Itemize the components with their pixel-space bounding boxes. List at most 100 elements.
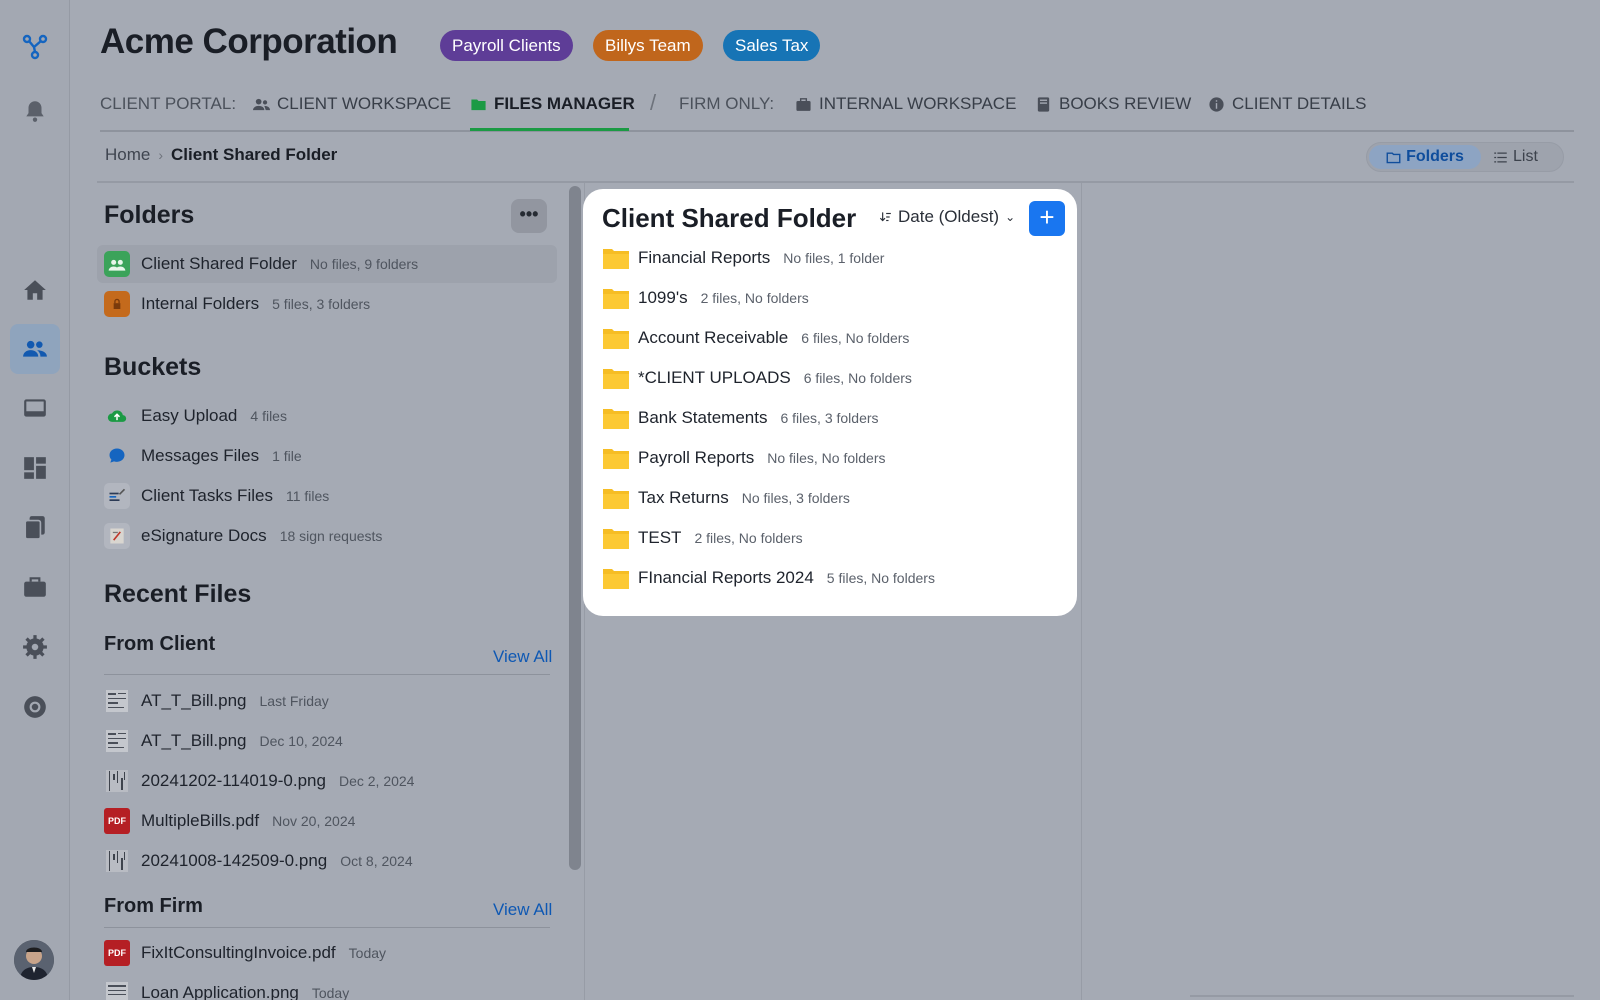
home-icon[interactable] (10, 265, 60, 315)
folders-heading: Folders (104, 201, 195, 229)
tag-billys-team[interactable]: Billys Team (593, 30, 703, 61)
users-folder-icon (104, 251, 130, 277)
folder-meta: No files, 1 folder (783, 250, 885, 266)
list-view-button[interactable]: List (1485, 145, 1546, 169)
folder-row[interactable]: Payroll Reports No files, No folders (602, 446, 886, 470)
bucket-name: Messages Files (141, 446, 260, 465)
bucket-name: Easy Upload (141, 406, 238, 425)
recent-file-item[interactable]: AT_T_Bill.png Last Friday (104, 688, 329, 714)
tab-label: INTERNAL WORKSPACE (819, 94, 1017, 113)
folder-icon (603, 369, 629, 389)
sort-icon (879, 212, 891, 222)
book-icon (1037, 96, 1050, 112)
folder-name: Tax Returns (638, 488, 729, 507)
buckets-heading: Buckets (104, 353, 202, 381)
file-date: Dec 10, 2024 (259, 733, 343, 749)
sort-dropdown[interactable]: Date (Oldest) ⌄ (878, 207, 1015, 227)
image-file-icon (104, 848, 130, 874)
folder-row[interactable]: FInancial Reports 2024 5 files, No folde… (602, 566, 935, 590)
client-portal-label: CLIENT PORTAL: (100, 94, 237, 113)
tag-sales-tax[interactable]: Sales Tax (723, 30, 821, 61)
folder-name: TEST (638, 528, 682, 547)
folder-title: Client Shared Folder (602, 203, 857, 233)
folder-meta: 6 files, No folders (801, 330, 910, 346)
clients-icon[interactable] (10, 324, 60, 374)
folder-item-client-shared[interactable]: Client Shared Folder No files, 9 folders (104, 251, 418, 277)
view-all-firm-link[interactable]: View All (493, 900, 552, 920)
folder-name: Account Receivable (638, 328, 789, 347)
chevron-right-icon: › (158, 147, 164, 163)
folders-view-button[interactable]: Folders (1369, 145, 1481, 169)
breadcrumb-home[interactable]: Home (105, 145, 150, 165)
lock-folder-icon (104, 291, 130, 317)
recent-file-item[interactable]: Loan Application.png Today (104, 980, 349, 1000)
nav-rail (0, 0, 70, 1000)
folder-item-internal[interactable]: Internal Folders 5 files, 3 folders (104, 291, 370, 317)
folder-row[interactable]: Account Receivable 6 files, No folders (602, 326, 909, 350)
divider (1081, 183, 1082, 1000)
avatar[interactable] (14, 940, 54, 980)
logo-icon[interactable] (10, 22, 60, 72)
bucket-item-esignature[interactable]: eSignature Docs 18 sign requests (104, 523, 382, 549)
file-date: Nov 20, 2024 (272, 813, 356, 829)
folder-row[interactable]: Bank Statements 6 files, 3 folders (602, 406, 879, 430)
folder-row[interactable]: 1099's 2 files, No folders (602, 286, 809, 310)
bell-icon[interactable] (10, 86, 60, 136)
bucket-item-client-tasks[interactable]: Client Tasks Files 11 files (104, 483, 329, 509)
folder-name: Internal Folders (141, 294, 260, 313)
breadcrumb-current: Client Shared Folder (171, 145, 338, 164)
recent-file-item[interactable]: PDF MultipleBills.pdf Nov 20, 2024 (104, 808, 355, 834)
sort-label: Date (Oldest) (898, 207, 1000, 226)
tab-label: FILES MANAGER (494, 94, 635, 113)
tab-books-review[interactable]: BOOKS REVIEW (1035, 94, 1191, 114)
folder-meta: No files, No folders (767, 450, 886, 466)
signature-icon (104, 523, 130, 549)
dashboard-icon[interactable] (10, 443, 60, 493)
folder-icon (603, 489, 629, 509)
breadcrumb: Home › Client Shared Folder (105, 145, 337, 165)
image-file-icon (104, 768, 130, 794)
chat-bubble-icon (104, 443, 130, 469)
folder-name: Bank Statements (638, 408, 768, 427)
left-panel: Folders ••• Client Shared Folder No file… (97, 183, 567, 1000)
briefcase-icon[interactable] (10, 562, 60, 612)
tab-files-manager[interactable]: FILES MANAGER (470, 94, 635, 114)
recent-file-item[interactable]: PDF FixItConsultingInvoice.pdf Today (104, 940, 386, 966)
list-view-label: List (1513, 148, 1538, 165)
bucket-item-messages[interactable]: Messages Files 1 file (104, 443, 302, 469)
image-file-icon (104, 688, 130, 714)
file-name: 20241008-142509-0.png (141, 851, 328, 870)
more-options-button[interactable]: ••• (511, 199, 547, 233)
recent-file-item[interactable]: 20241008-142509-0.png Oct 8, 2024 (104, 848, 413, 874)
support-icon[interactable] (10, 682, 60, 732)
inbox-icon[interactable] (10, 383, 60, 433)
bucket-item-easy-upload[interactable]: Easy Upload 4 files (104, 403, 287, 429)
tab-client-workspace[interactable]: CLIENT WORKSPACE (253, 94, 451, 114)
firm-only-label: FIRM ONLY: (679, 94, 775, 113)
file-name: AT_T_Bill.png (141, 731, 247, 750)
folder-row[interactable]: *CLIENT UPLOADS 6 files, No folders (602, 366, 912, 390)
add-button[interactable]: + (1029, 201, 1065, 236)
folder-name: FInancial Reports 2024 (638, 568, 814, 587)
folder-icon (471, 99, 486, 110)
tag-payroll-clients[interactable]: Payroll Clients (440, 30, 573, 61)
folder-row[interactable]: Financial Reports No files, 1 folder (602, 246, 884, 270)
documents-icon[interactable] (10, 502, 60, 552)
tab-label: CLIENT WORKSPACE (277, 94, 452, 113)
folder-icon (603, 329, 629, 349)
folder-row[interactable]: TEST 2 files, No folders (602, 526, 803, 550)
users-icon (253, 98, 270, 110)
view-all-client-link[interactable]: View All (493, 647, 552, 667)
bucket-name: eSignature Docs (141, 526, 267, 545)
folder-meta: 6 files, 3 folders (780, 410, 879, 426)
tab-internal-workspace[interactable]: INTERNAL WORKSPACE (795, 94, 1016, 114)
folder-row[interactable]: Tax Returns No files, 3 folders (602, 486, 850, 510)
divider (104, 674, 550, 675)
recent-file-item[interactable]: AT_T_Bill.png Dec 10, 2024 (104, 728, 343, 754)
recent-file-item[interactable]: 20241202-114019-0.png Dec 2, 2024 (104, 768, 414, 794)
pdf-file-icon: PDF (104, 940, 130, 966)
divider (104, 927, 550, 928)
tab-client-details[interactable]: CLIENT DETAILS (1208, 94, 1366, 114)
gear-icon[interactable] (10, 622, 60, 672)
scrollbar[interactable] (569, 186, 581, 870)
